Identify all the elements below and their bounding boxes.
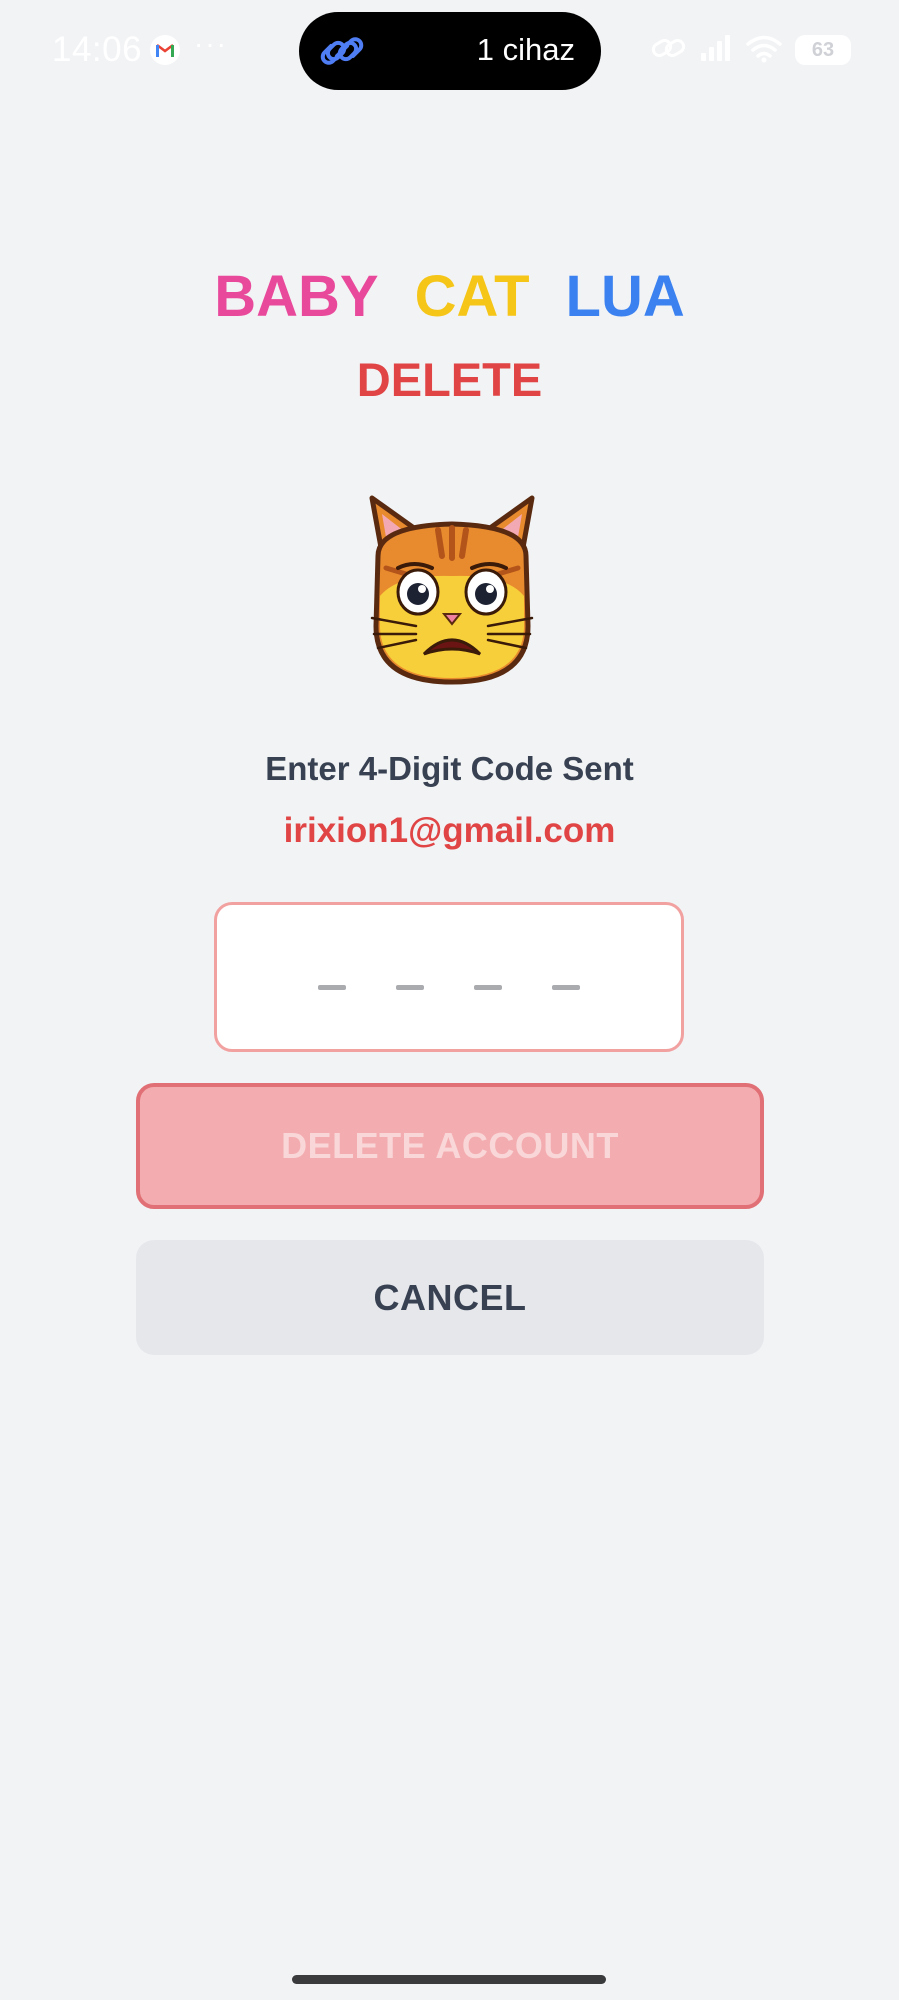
- home-indicator[interactable]: [292, 1975, 606, 1984]
- code-slot-3: [474, 984, 502, 990]
- status-bar: 14:06 ··· 1 cihaz 63: [0, 0, 899, 100]
- code-prompt: Enter 4-Digit Code Sent: [265, 750, 634, 787]
- app-title: BABY CAT LUA: [0, 262, 899, 332]
- island-label: 1 cihaz: [476, 32, 575, 67]
- more-notifications-icon: ···: [194, 28, 228, 59]
- title-word-baby: BABY: [214, 264, 379, 329]
- code-slot-2: [396, 984, 424, 990]
- link-status-icon: [651, 34, 687, 67]
- battery-level: 63: [811, 38, 835, 61]
- gmail-icon: [150, 35, 180, 65]
- signal-icon: [699, 33, 733, 68]
- code-slot-4: [552, 984, 580, 990]
- cancel-button[interactable]: CANCEL: [136, 1240, 764, 1355]
- verification-code-input[interactable]: [214, 902, 684, 1052]
- link-icon: [319, 28, 365, 74]
- status-icons: 63: [651, 28, 851, 72]
- wifi-icon: [745, 33, 783, 68]
- title-word-cat: CAT: [414, 264, 530, 329]
- page-subtitle: DELETE: [356, 353, 543, 406]
- battery-indicator: 63: [795, 35, 851, 65]
- email-address: irixion1@gmail.com: [283, 811, 616, 850]
- delete-account-button[interactable]: DELETE ACCOUNT: [136, 1083, 764, 1209]
- title-word-lua: LUA: [565, 264, 685, 329]
- code-slot-1: [318, 984, 346, 990]
- status-time: 14:06: [52, 30, 143, 69]
- dynamic-island[interactable]: 1 cihaz: [299, 12, 601, 90]
- scared-cat-icon: [358, 486, 546, 686]
